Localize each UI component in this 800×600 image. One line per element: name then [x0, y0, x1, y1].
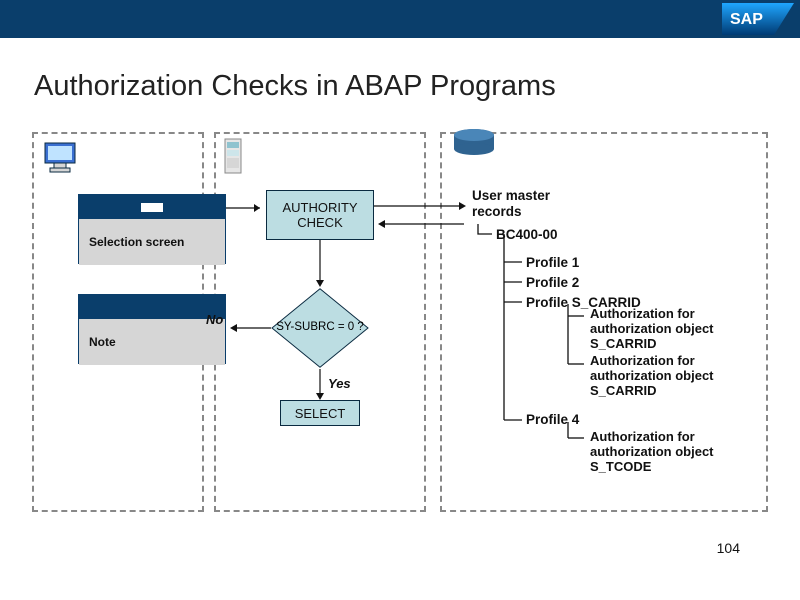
slide: SAP Authorization Checks in ABAP Program…: [0, 0, 800, 600]
selection-screen-box: Selection screen: [78, 194, 226, 264]
tree-p3-auth2: Authorization for authorization object S…: [590, 354, 760, 399]
top-bar: [0, 0, 800, 38]
monitor-icon: [42, 140, 82, 176]
tree-user: BC400-00: [496, 227, 558, 242]
yes-label: Yes: [328, 376, 351, 391]
select-label: SELECT: [295, 406, 346, 421]
sap-logo: SAP: [722, 3, 794, 35]
page-title: Authorization Checks in ABAP Programs: [34, 70, 556, 103]
decision-node: SY-SUBRC = 0 ?: [271, 287, 369, 369]
tree-root-line1: User master: [472, 188, 550, 203]
sap-logo-text: SAP: [730, 11, 763, 28]
tree-p3-auth1: Authorization for authorization object S…: [590, 307, 760, 352]
selection-screen-label: Selection screen: [89, 235, 184, 249]
note-box: Note: [78, 294, 226, 364]
decision-label: SY-SUBRC = 0 ?: [276, 321, 363, 335]
tree-profile1: Profile 1: [526, 255, 579, 270]
note-label: Note: [89, 335, 116, 349]
tree-root: User master records: [472, 188, 550, 220]
no-label: No: [206, 312, 223, 327]
tree-profile2: Profile 2: [526, 275, 579, 290]
database-icon: [452, 128, 496, 158]
tree-profile4: Profile 4: [526, 412, 579, 427]
server-icon: [224, 138, 242, 174]
select-node: SELECT: [280, 400, 360, 426]
tree-root-line2: records: [472, 204, 522, 219]
tree-p4-auth: Authorization for authorization object S…: [590, 430, 760, 475]
page-number: 104: [717, 540, 740, 556]
diagram-canvas: Selection screen Note AUTHORITY CHECK SY…: [32, 132, 768, 542]
authority-check-label: AUTHORITY CHECK: [267, 200, 373, 230]
authority-check-node: AUTHORITY CHECK: [266, 190, 374, 240]
